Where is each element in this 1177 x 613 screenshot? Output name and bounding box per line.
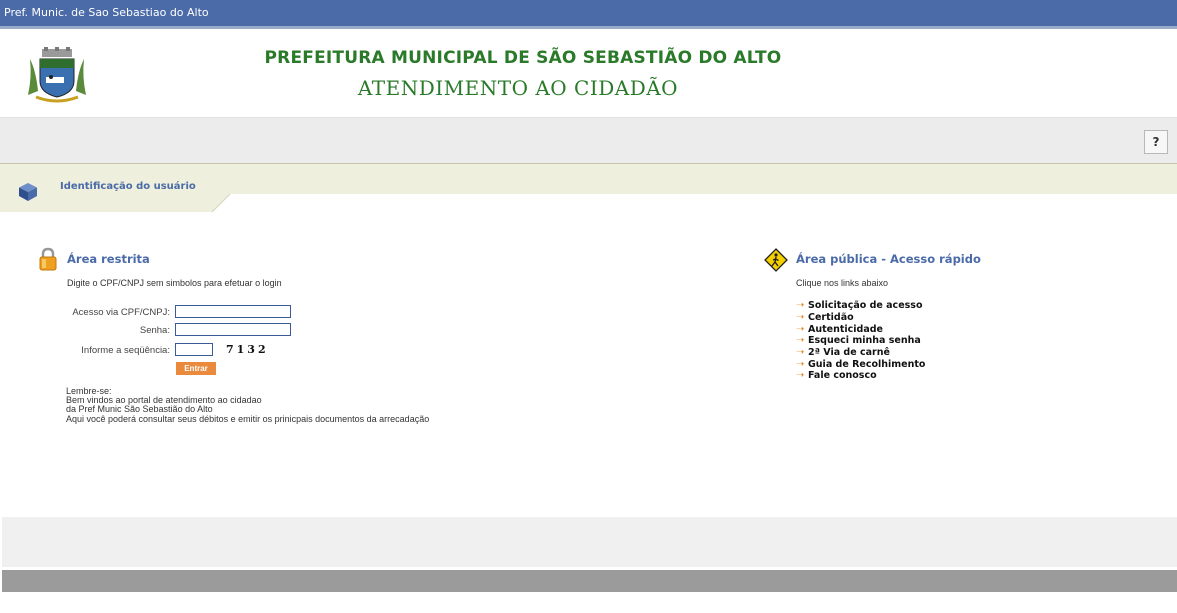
toolbar: ? bbox=[0, 117, 1177, 165]
arrow-right-icon: ➝ bbox=[796, 370, 805, 382]
arrow-right-icon: ➝ bbox=[796, 347, 805, 359]
captcha-code: 7132 bbox=[226, 343, 269, 356]
arrow-right-icon: ➝ bbox=[796, 335, 805, 347]
padlock-icon bbox=[39, 247, 57, 271]
help-button[interactable]: ? bbox=[1144, 130, 1168, 154]
login-instruction: Digite o CPF/CNPJ sem simbolos para efet… bbox=[67, 278, 282, 288]
cube-icon bbox=[19, 183, 37, 201]
link-certidao[interactable]: ➝ Certidão bbox=[796, 312, 925, 324]
arrow-right-icon: ➝ bbox=[796, 300, 805, 312]
quick-links: ➝ Solicitação de acesso ➝ Certidão ➝ Autent… bbox=[796, 300, 925, 382]
link-solicitacao-acesso[interactable]: ➝ Solicitação de acesso bbox=[796, 300, 925, 312]
footer-panel bbox=[2, 517, 1177, 567]
step-label: Identificação do usuário bbox=[60, 181, 196, 192]
arrow-right-icon: ➝ bbox=[796, 358, 805, 370]
entrar-button[interactable]: Entrar bbox=[176, 362, 216, 375]
link-autenticidade[interactable]: ➝ Autenticidade bbox=[796, 323, 925, 335]
cpf-label: Acesso via CPF/CNPJ: bbox=[72, 307, 170, 318]
page-header: PREFEITURA MUNICIPAL DE SÃO SEBASTIÃO DO… bbox=[0, 29, 1177, 117]
sequence-label: Informe a seqüência: bbox=[81, 345, 170, 356]
footer-bar bbox=[2, 570, 1177, 592]
password-input[interactable] bbox=[175, 323, 291, 336]
restricted-area-title: Área restrita bbox=[67, 252, 150, 266]
pedestrian-sign-icon bbox=[764, 248, 788, 272]
link-segunda-via-carne[interactable]: ➝ 2ª Via de carnê bbox=[796, 347, 925, 359]
link-esqueci-senha[interactable]: ➝ Esqueci minha senha bbox=[796, 335, 925, 347]
password-label: Senha: bbox=[139, 325, 170, 336]
reminder-line: Aqui você poderá consultar seus débitos … bbox=[66, 413, 430, 424]
window-title-bar: Pref. Munic. de Sao Sebastiao do Alto bbox=[0, 0, 1177, 26]
sequence-input[interactable] bbox=[175, 343, 213, 356]
link-guia-recolhimento[interactable]: ➝ Guia de Recolhimento bbox=[796, 358, 925, 370]
arrow-right-icon: ➝ bbox=[796, 312, 805, 324]
cpf-input[interactable] bbox=[175, 305, 291, 318]
public-area-title: Área pública - Acesso rápido bbox=[796, 252, 981, 266]
page-subtitle: ATENDIMENTO AO CIDADÃO bbox=[357, 76, 679, 100]
public-area-subtitle: Clique nos links abaixo bbox=[796, 278, 889, 288]
arrow-right-icon: ➝ bbox=[796, 323, 805, 335]
reminder-note: Lembre-se: Bem vindos ao portal de atend… bbox=[66, 386, 430, 424]
page-title: PREFEITURA MUNICIPAL DE SÃO SEBASTIÃO DO… bbox=[264, 48, 782, 68]
window-title: Pref. Munic. de Sao Sebastiao do Alto bbox=[4, 6, 209, 19]
link-fale-conosco[interactable]: ➝ Fale conosco bbox=[796, 370, 925, 382]
